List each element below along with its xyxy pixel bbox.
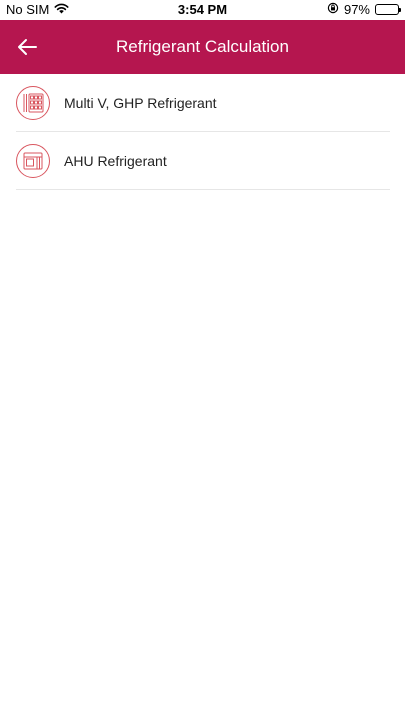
menu-item-label: Multi V, GHP Refrigerant [64, 94, 217, 111]
status-right: 97% [327, 2, 401, 17]
arrow-left-icon [18, 39, 37, 55]
back-button[interactable] [12, 32, 42, 62]
multi-v-unit-icon [16, 85, 50, 120]
battery-percent: 97% [343, 2, 370, 17]
battery-icon [375, 4, 401, 15]
menu-item-multi-v-ghp[interactable]: Multi V, GHP Refrigerant [16, 74, 390, 132]
menu-list: Multi V, GHP Refrigerant AHU Refrigerant [0, 74, 405, 190]
nav-bar: Refrigerant Calculation [0, 20, 405, 74]
status-bar: No SIM 3:54 PM 97% [0, 0, 405, 20]
battery-tip [399, 8, 401, 12]
menu-item-ahu[interactable]: AHU Refrigerant [16, 132, 390, 190]
page-title: Refrigerant Calculation [116, 37, 289, 56]
menu-item-label: AHU Refrigerant [64, 152, 167, 169]
orientation-lock-icon [327, 2, 339, 17]
ahu-unit-icon [16, 143, 50, 178]
